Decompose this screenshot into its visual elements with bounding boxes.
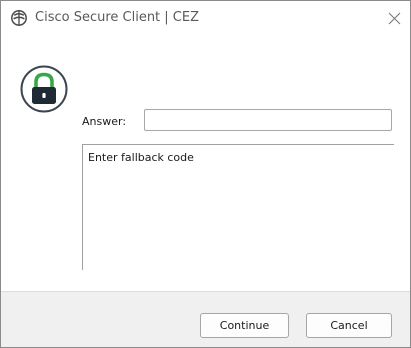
- close-button[interactable]: [380, 1, 410, 35]
- lock-icon: [20, 65, 68, 113]
- close-icon: [388, 12, 401, 25]
- cisco-secure-client-icon: [10, 9, 28, 27]
- message-text: Enter fallback code: [88, 151, 194, 164]
- continue-button[interactable]: Continue: [200, 313, 289, 338]
- window-title: Cisco Secure Client | CEZ: [35, 10, 199, 25]
- cancel-button[interactable]: Cancel: [306, 313, 392, 338]
- button-bar: Continue Cancel: [1, 291, 410, 347]
- answer-input[interactable]: [144, 109, 392, 131]
- message-box: Enter fallback code: [82, 144, 394, 270]
- answer-label: Answer:: [82, 115, 127, 128]
- title-bar[interactable]: Cisco Secure Client | CEZ: [1, 1, 410, 35]
- dialog-window: Cisco Secure Client | CEZ Answer: Enter …: [0, 0, 411, 348]
